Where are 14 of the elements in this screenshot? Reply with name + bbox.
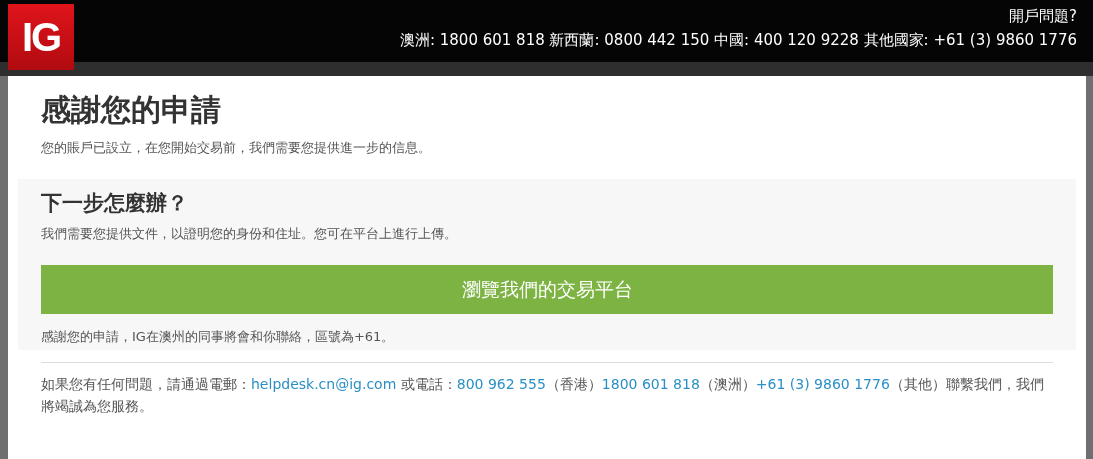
section-text: 我們需要您提供文件，以證明您的身份和住址。您可在平台上進行上傳。 <box>41 225 458 243</box>
help-title: 開戶問題? <box>1008 6 1077 27</box>
contact-link[interactable]: +61 (3) 9860 1776 <box>755 376 890 392</box>
platform-button[interactable]: 瀏覽我們的交易平台 <box>41 265 1053 314</box>
phone-numbers: 澳洲: 1800 601 818 新西蘭: 0800 442 150 中國: 400 120 9228 其他國家: +61 (3) 9860 1776 <box>399 30 1077 51</box>
contact-link[interactable]: helpdesk.cn@ig.com <box>251 376 397 392</box>
contact-link[interactable]: 800 962 555 <box>456 376 546 392</box>
section-heading: 下一步怎麼辦？ <box>41 190 189 217</box>
contact-link[interactable]: 1800 601 818 <box>601 376 700 392</box>
page-title: 感謝您的申請 <box>41 91 222 129</box>
ig-logo: IG <box>8 4 74 70</box>
contact-text: 如果您有任何問題，請通過電郵：helpdesk.cn@ig.com 或電話：800 962 555（香港）1800 601 818（澳洲）+61 (3) 9860 1776（其他）聯繫我們，我們將竭誠為您服務。 <box>41 362 1053 417</box>
note-text: 感謝您的申請，IG在澳州的同事將會和你聯絡，區號為+61。 <box>41 328 396 346</box>
intro-text: 您的賬戶已設立，在您開始交易前，我們需要您提供進一步的信息。 <box>41 139 432 157</box>
